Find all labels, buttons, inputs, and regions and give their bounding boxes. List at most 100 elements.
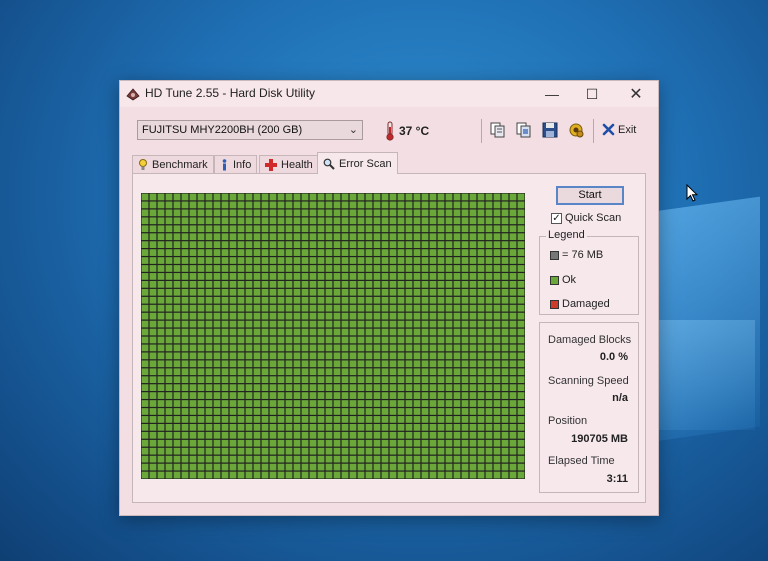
scan-block [237, 423, 245, 431]
scan-block [253, 312, 261, 320]
save-icon[interactable] [541, 121, 559, 139]
scan-block [445, 193, 453, 201]
scan-block [197, 471, 205, 479]
scan-block [165, 376, 173, 384]
scan-block [349, 471, 357, 479]
damaged-blocks-value: 0.0 % [599, 351, 628, 363]
scan-block [413, 304, 421, 312]
scan-block [453, 352, 461, 360]
tab-error-scan[interactable]: Error Scan [317, 152, 398, 174]
scan-block [317, 368, 325, 376]
quick-scan-checkbox[interactable]: ✓ Quick Scan [551, 212, 621, 224]
scan-block [317, 328, 325, 336]
scan-block [213, 280, 221, 288]
tab-benchmark[interactable]: Benchmark [132, 155, 214, 173]
scan-block [229, 241, 237, 249]
scan-block [157, 328, 165, 336]
scan-block [237, 225, 245, 233]
scan-block [365, 225, 373, 233]
scan-block [205, 201, 213, 209]
scan-block [477, 288, 485, 296]
scan-block [213, 376, 221, 384]
scan-block [221, 336, 229, 344]
scan-block [189, 463, 197, 471]
scan-block [341, 336, 349, 344]
scan-block [341, 392, 349, 399]
scan-block [357, 463, 365, 471]
scan-block [325, 463, 333, 471]
scan-block [413, 280, 421, 288]
scan-block [477, 463, 485, 471]
exit-x-icon [602, 123, 615, 136]
scan-block [229, 288, 237, 296]
scan-block [429, 280, 437, 288]
scan-block [157, 320, 165, 328]
scan-block [309, 360, 317, 368]
scan-block [469, 336, 477, 344]
scan-block [269, 471, 277, 479]
maximize-button[interactable]: ☐ [573, 81, 611, 107]
scan-block [493, 336, 501, 344]
scan-block [197, 368, 205, 376]
scan-block [365, 368, 373, 376]
scan-block [477, 447, 485, 455]
copy-screenshot-icon[interactable] [515, 121, 533, 139]
scan-block [421, 257, 429, 264]
scan-block [349, 312, 357, 320]
scan-block [413, 288, 421, 296]
scan-block [173, 304, 181, 312]
scan-block [461, 233, 469, 241]
copy-text-icon[interactable] [489, 121, 507, 139]
scan-block [501, 273, 509, 280]
scan-block [501, 249, 509, 256]
close-button[interactable]: ✕ [617, 81, 655, 107]
scan-block [149, 233, 157, 241]
scan-block [405, 249, 413, 256]
scan-block [453, 249, 461, 256]
scan-block [333, 304, 341, 312]
scan-block [245, 304, 253, 312]
scan-block [389, 328, 397, 336]
tab-health[interactable]: Health [259, 155, 319, 173]
scan-block [253, 463, 261, 471]
scan-block [397, 439, 405, 447]
scan-block [405, 368, 413, 376]
scan-block [349, 384, 357, 392]
scan-block [445, 312, 453, 320]
scan-block [429, 320, 437, 328]
options-icon[interactable] [567, 121, 585, 139]
scan-block [277, 193, 285, 201]
scan-block [221, 193, 229, 201]
scan-block [325, 209, 333, 217]
scan-block [269, 320, 277, 328]
scan-block [373, 217, 381, 225]
scan-block [501, 320, 509, 328]
scan-block [341, 352, 349, 360]
scan-block [245, 400, 253, 407]
scan-block [365, 471, 373, 479]
scan-block [165, 233, 173, 241]
scan-block [285, 376, 293, 384]
scan-block [141, 241, 149, 249]
checkbox-checked-icon[interactable]: ✓ [551, 212, 562, 224]
scan-block [269, 463, 277, 471]
scan-block [421, 312, 429, 320]
scan-block [509, 328, 517, 336]
scan-block [405, 384, 413, 392]
scan-block [501, 304, 509, 312]
minimize-button[interactable]: — [533, 81, 571, 107]
scan-block [237, 265, 245, 272]
scan-block [509, 249, 517, 256]
scan-block [381, 455, 389, 463]
title-bar[interactable]: HD Tune 2.55 - Hard Disk Utility — ☐ ✕ [120, 81, 658, 107]
scan-block [357, 376, 365, 384]
scan-block [445, 384, 453, 392]
start-button[interactable]: Start [556, 186, 624, 205]
exit-button[interactable]: Exit [602, 123, 636, 136]
scan-block [189, 320, 197, 328]
scan-block [317, 201, 325, 209]
scan-block [469, 233, 477, 241]
tab-info[interactable]: Info [214, 155, 258, 173]
scan-block [165, 288, 173, 296]
drive-select[interactable]: FUJITSU MHY2200BH (200 GB) ⌄ [137, 120, 363, 140]
